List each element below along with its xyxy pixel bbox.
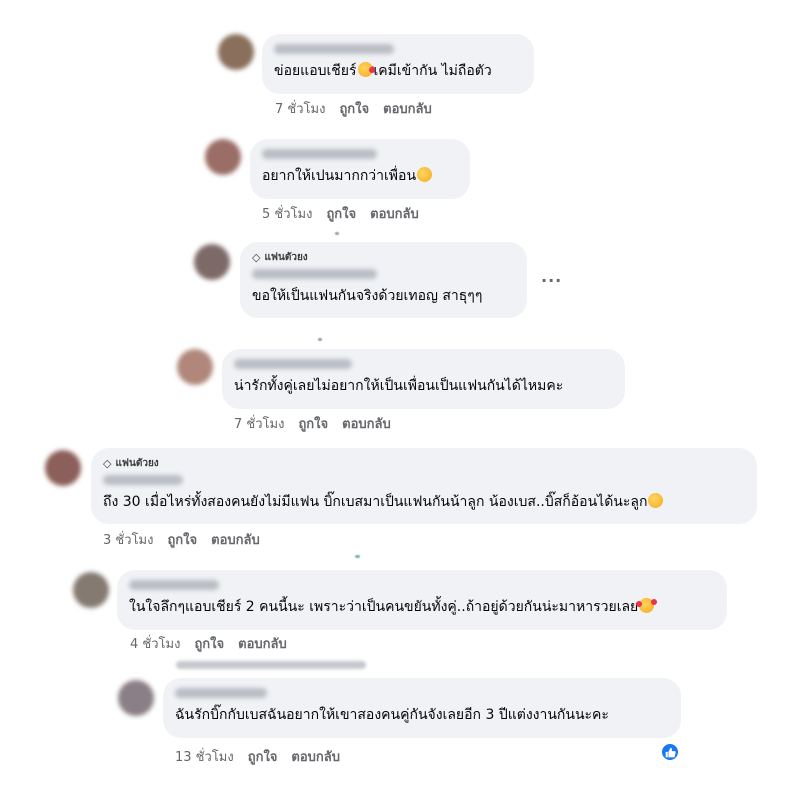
reply-button[interactable]: ตอบกลับ xyxy=(342,413,391,434)
like-button[interactable]: ถูกใจ xyxy=(298,413,328,434)
author-name-redacted[interactable] xyxy=(234,359,352,369)
comment-time[interactable]: 7 ชั่วโมง xyxy=(275,98,325,119)
divider-fragment xyxy=(355,555,360,558)
comment-time[interactable]: 13 ชั่วโมง xyxy=(175,746,234,767)
comment-text: ขอให้เป็นแฟนกันจริงด้วยเทอญ สาธุๆๆ xyxy=(252,288,483,304)
like-button[interactable]: ถูกใจ xyxy=(326,203,356,224)
comment-actions: 7 ชั่วโมง ถูกใจ ตอบกลับ xyxy=(234,413,391,434)
clipped-row-fragment xyxy=(176,661,366,669)
comment-bubble: อยากให้เปนมากกว่าเพื่อน xyxy=(250,139,470,199)
comment-actions: 4 ชั่วโมง ถูกใจ ตอบกลับ xyxy=(130,633,287,654)
author-name-redacted[interactable] xyxy=(262,149,377,159)
author-name-redacted[interactable] xyxy=(274,44,394,54)
avatar[interactable] xyxy=(118,680,154,716)
avatar[interactable] xyxy=(73,572,109,608)
comment-bubble: น่ารักทั้งคู่เลยไม่อยากให้เป็นเพื่อนเป็น… xyxy=(222,349,625,409)
author-name-redacted[interactable] xyxy=(103,475,183,485)
diamond-icon: ◇ xyxy=(252,251,261,264)
top-fan-badge: ◇ แฟนตัวยง xyxy=(103,457,159,470)
like-button[interactable]: ถูกใจ xyxy=(248,746,278,767)
comment-text: อยากให้เปนมากกว่าเพื่อน xyxy=(262,167,458,185)
author-name-redacted[interactable] xyxy=(129,580,219,590)
comment-time[interactable]: 7 ชั่วโมง xyxy=(234,413,284,434)
more-options-icon[interactable]: ··· xyxy=(541,271,562,290)
divider-fragment xyxy=(335,232,339,235)
comment-actions: 3 ชั่วโมง ถูกใจ ตอบกลับ xyxy=(103,529,260,550)
comment-time[interactable]: 4 ชั่วโมง xyxy=(130,633,180,654)
comment-text: ในใจลึกๆแอบเชียร์ 2 คนนี้นะ เพราะว่าเป็น… xyxy=(129,598,715,616)
reply-button[interactable]: ตอบกลับ xyxy=(370,203,419,224)
diamond-icon: ◇ xyxy=(103,457,112,470)
comment-text: น่ารักทั้งคู่เลยไม่อยากให้เป็นเพื่อนเป็น… xyxy=(234,378,564,394)
smile-emoji-icon xyxy=(417,167,433,182)
reply-button[interactable]: ตอบกลับ xyxy=(211,529,260,550)
avatar[interactable] xyxy=(218,34,254,70)
like-button[interactable]: ถูกใจ xyxy=(194,633,224,654)
comment-text: ฉันรักบิ๊กกับเบสฉันอยากให้เขาสองคนคู่กัน… xyxy=(175,707,609,723)
comment-actions: 7 ชั่วโมง ถูกใจ ตอบกลับ xyxy=(275,98,432,119)
reply-button[interactable]: ตอบกลับ xyxy=(238,633,287,654)
kiss-emoji-icon xyxy=(357,62,373,77)
avatar[interactable] xyxy=(194,244,230,280)
author-name-redacted[interactable] xyxy=(252,269,377,279)
top-fan-badge: ◇ แฟนตัวยง xyxy=(252,251,308,264)
avatar[interactable] xyxy=(205,139,241,175)
comment-time[interactable]: 5 ชั่วโมง xyxy=(262,203,312,224)
comment-bubble: ◇ แฟนตัวยง ขอให้เป็นแฟนกันจริงด้วยเทอญ สา… xyxy=(240,242,527,318)
reply-button[interactable]: ตอบกลับ xyxy=(383,98,432,119)
like-button[interactable]: ถูกใจ xyxy=(167,529,197,550)
comment-actions: 13 ชั่วโมง ถูกใจ ตอบกลับ xyxy=(175,746,340,767)
comment-bubble: ในใจลึกๆแอบเชียร์ 2 คนนี้นะ เพราะว่าเป็น… xyxy=(117,570,727,630)
comment-bubble: ข่อยแอบเชียร์ เคมีเข้ากัน ไม่ถือตัว xyxy=(262,34,534,94)
like-button[interactable]: ถูกใจ xyxy=(339,98,369,119)
comment-actions: 5 ชั่วโมง ถูกใจ ตอบกลับ xyxy=(262,203,419,224)
reply-button[interactable]: ตอบกลับ xyxy=(291,746,340,767)
smile-emoji-icon xyxy=(648,493,664,508)
comment-bubble: ฉันรักบิ๊กกับเบสฉันอยากให้เขาสองคนคู่กัน… xyxy=(163,678,681,738)
avatar[interactable] xyxy=(45,450,81,486)
author-name-redacted[interactable] xyxy=(175,688,267,698)
divider-fragment xyxy=(318,338,322,341)
avatar[interactable] xyxy=(177,349,213,385)
comment-bubble: ◇ แฟนตัวยง ถึง 30 เมื่อไหร่ทั้งสองคนยังไม… xyxy=(91,448,757,524)
thumbs-up-icon[interactable] xyxy=(660,742,680,762)
comment-time[interactable]: 3 ชั่วโมง xyxy=(103,529,153,550)
hearts-emoji-icon xyxy=(636,598,658,613)
comment-text: ข่อยแอบเชียร์ เคมีเข้ากัน ไม่ถือตัว xyxy=(274,62,492,79)
comment-text: ถึง 30 เมื่อไหร่ทั้งสองคนยังไม่มีแฟน บิ๊… xyxy=(103,493,745,511)
